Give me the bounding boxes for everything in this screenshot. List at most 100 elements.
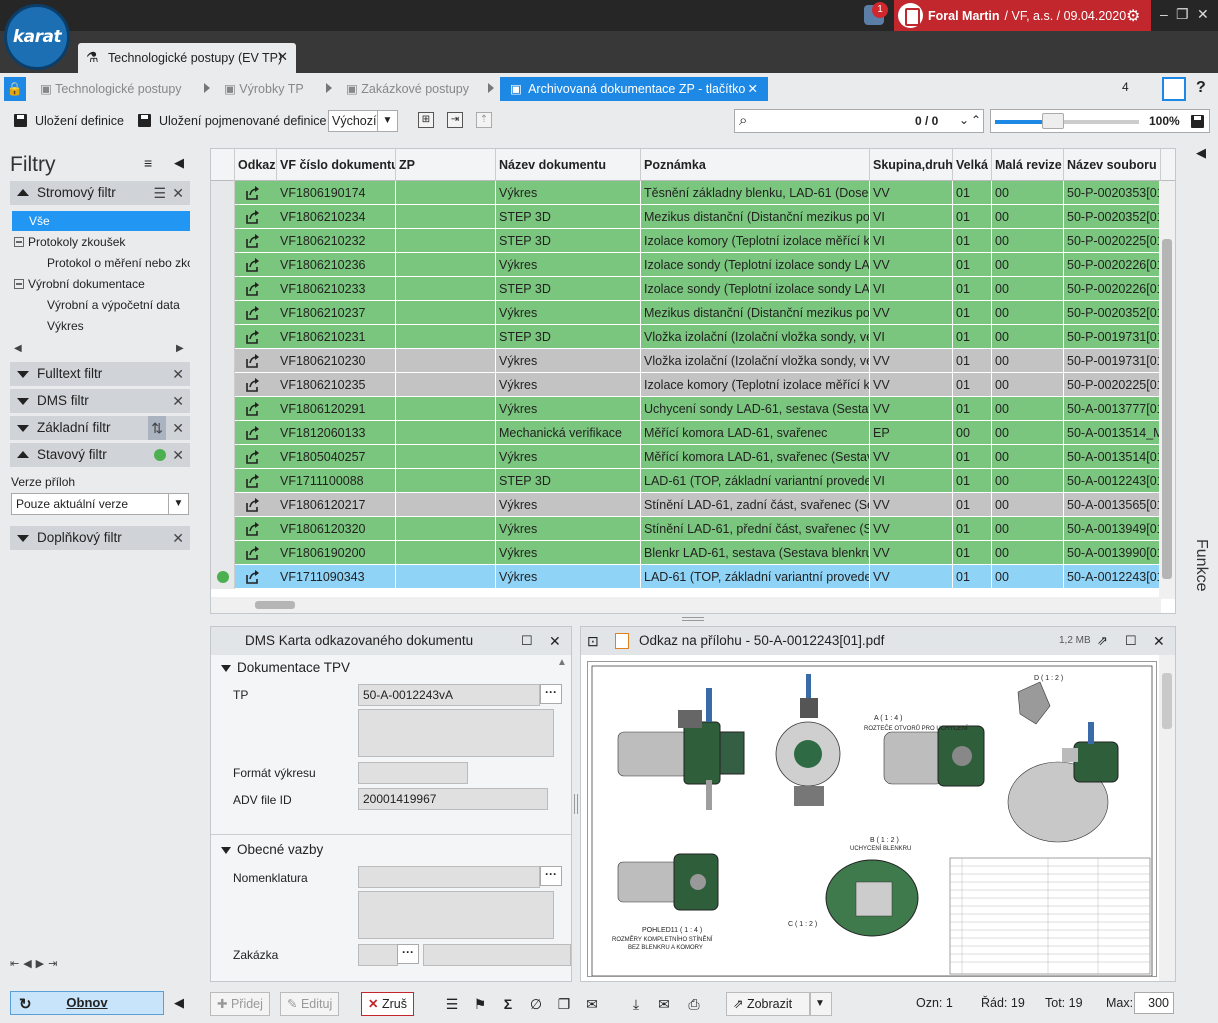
grid-horizontal-scrollbar[interactable] bbox=[211, 597, 1161, 613]
tree-options-icon[interactable]: ☰ bbox=[153, 181, 166, 205]
scroll-up-icon[interactable]: ▲ bbox=[557, 657, 567, 668]
save-named-definition-button[interactable]: Uložení pojmenované definice bbox=[138, 110, 326, 132]
table-row[interactable]: VF1711100088 STEP 3D LAD-61 (TOP, základní… bbox=[211, 469, 1161, 493]
table-row[interactable]: VF1806120217 Výkres Stínění LAD-61, zadní … bbox=[211, 493, 1161, 517]
row-indicator[interactable] bbox=[211, 397, 235, 421]
close-icon[interactable]: ✕ bbox=[549, 627, 561, 655]
karat-logo[interactable]: karat bbox=[4, 4, 70, 70]
basic-filter-header[interactable]: Základní filtr ⇅ ✕ bbox=[10, 416, 190, 440]
preview-icon[interactable]: ⊡ bbox=[587, 627, 599, 655]
grid-vertical-scrollbar[interactable] bbox=[1159, 181, 1175, 599]
breadcrumb-item-2[interactable]: ▣ Výrobky TP bbox=[224, 77, 304, 101]
row-indicator[interactable] bbox=[211, 493, 235, 517]
versions-select[interactable]: Pouze aktuální verze ▼ bbox=[11, 493, 189, 515]
tree-group-protocols[interactable]: Protokoly zkoušek bbox=[14, 232, 192, 252]
close-icon[interactable]: ✕ bbox=[172, 362, 184, 386]
comment-icon[interactable]: ✉ bbox=[582, 994, 602, 1014]
splitter-handle[interactable] bbox=[574, 794, 578, 814]
window-icon[interactable]: ❐ bbox=[554, 994, 574, 1014]
open-link-icon[interactable] bbox=[245, 209, 261, 225]
tp-description-field[interactable] bbox=[358, 709, 554, 757]
row-indicator[interactable] bbox=[211, 469, 235, 493]
max-rows-input[interactable]: 300 bbox=[1134, 992, 1174, 1014]
close-breadcrumb-icon[interactable]: ✕ bbox=[748, 77, 758, 101]
row-indicator[interactable] bbox=[211, 229, 235, 253]
column-header[interactable]: Skupina,druh bbox=[870, 149, 953, 181]
section-tpv-header[interactable]: Dokumentace TPV bbox=[221, 660, 350, 675]
help-icon[interactable]: ? bbox=[1196, 79, 1206, 97]
scroll-left-icon[interactable]: ◀ bbox=[14, 343, 22, 354]
table-row[interactable]: VF1806210237 Výkres Mezikus distanční (Dis… bbox=[211, 301, 1161, 325]
row-indicator[interactable] bbox=[211, 253, 235, 277]
refresh-button[interactable]: ↻ Obnov bbox=[10, 991, 164, 1015]
section-general-links-header[interactable]: Obecné vazby bbox=[221, 842, 323, 857]
close-tab-icon[interactable]: ✕ bbox=[277, 49, 288, 65]
table-row[interactable]: VF1806210232 STEP 3D Izolace komory (Teplo… bbox=[211, 229, 1161, 253]
tab-count[interactable]: 4 bbox=[1122, 80, 1129, 94]
table-row[interactable]: VF1806120291 Výkres Uchycení sondy LAD-61,… bbox=[211, 397, 1161, 421]
open-link-icon[interactable] bbox=[245, 449, 261, 465]
open-link-icon[interactable] bbox=[245, 497, 261, 513]
functions-label[interactable]: Funkce bbox=[1192, 539, 1210, 591]
tree-filter-header[interactable]: Stromový filtr ☰ ✕ bbox=[10, 181, 190, 205]
print-icon[interactable]: ⎙ bbox=[684, 994, 704, 1014]
mail-icon[interactable]: ✉ bbox=[654, 994, 674, 1014]
show-button[interactable]: ⇗ Zobrazit bbox=[726, 992, 810, 1016]
close-icon[interactable]: ✕ bbox=[172, 526, 184, 550]
tree-pager[interactable]: ⇤◀▶⇥ bbox=[10, 957, 61, 970]
open-link-icon[interactable] bbox=[245, 473, 261, 489]
sort-filter-icon[interactable]: ⇅ bbox=[148, 416, 166, 440]
tree-item-all[interactable]: Vše bbox=[12, 211, 190, 231]
pdf-drawing-page[interactable]: A ( 1 : 4 ) ROZTEČE OTVORŮ PRO UCHYCENÍ … bbox=[587, 661, 1157, 977]
expand-functions-icon[interactable]: ◀ bbox=[1196, 145, 1206, 161]
open-link-icon[interactable] bbox=[245, 425, 261, 441]
grid-layout-icon[interactable]: ⊞ bbox=[418, 112, 434, 128]
collapse-left-icon[interactable]: ◀ bbox=[174, 995, 184, 1011]
open-link-icon[interactable] bbox=[245, 545, 261, 561]
close-icon[interactable]: ✕ bbox=[172, 443, 184, 467]
scrollbar-thumb[interactable] bbox=[255, 601, 295, 609]
pdf-vertical-scrollbar[interactable] bbox=[1159, 655, 1175, 981]
table-row[interactable]: VF1806210236 Výkres Izolace sondy (Teplotn… bbox=[211, 253, 1161, 277]
row-indicator[interactable] bbox=[211, 301, 235, 325]
search-prev-icon[interactable]: ⌄ bbox=[959, 113, 969, 127]
row-indicator[interactable] bbox=[211, 205, 235, 229]
search-input[interactable]: ⌕ 0 / 0 ⌄ ⌃ bbox=[734, 109, 984, 133]
zoom-slider[interactable] bbox=[995, 113, 1139, 129]
settings-gear-icon[interactable]: ⚙ bbox=[1126, 6, 1140, 26]
tab-technologicke-postupy[interactable]: ⚗ Technologické postupy (EV TP) ✕ bbox=[78, 43, 296, 73]
column-header[interactable]: Odkaz bbox=[235, 149, 277, 181]
collapse-sidebar-icon[interactable]: ◀ bbox=[174, 155, 184, 171]
open-link-icon[interactable] bbox=[245, 353, 261, 369]
column-settings-icon[interactable]: ☰ bbox=[442, 994, 462, 1014]
edit-button[interactable]: ✎ Edituj bbox=[280, 992, 340, 1016]
tp-browse-button[interactable]: ··· bbox=[540, 684, 562, 704]
user-info[interactable]: Foral Martin / VF, a.s. / 09.04.2020 bbox=[894, 0, 1151, 31]
panel-layout-button[interactable] bbox=[1162, 77, 1186, 101]
row-indicator[interactable] bbox=[211, 373, 235, 397]
scrollbar-thumb[interactable] bbox=[1162, 673, 1172, 729]
tree-item-protocol[interactable]: Protokol o měření nebo zko bbox=[47, 253, 190, 273]
row-indicator[interactable] bbox=[211, 565, 235, 589]
zoom-slider-thumb[interactable] bbox=[1041, 113, 1064, 129]
row-indicator[interactable] bbox=[211, 421, 235, 445]
splitter-handle[interactable] bbox=[682, 617, 704, 621]
tree-item-drawing[interactable]: Výkres bbox=[47, 316, 190, 336]
extra-filter-header[interactable]: Doplňkový filtr ✕ bbox=[10, 526, 190, 550]
close-icon[interactable]: ✕ bbox=[172, 416, 184, 440]
maximize-icon[interactable]: ☐ bbox=[521, 627, 533, 655]
table-row[interactable]: VF1806210233 STEP 3D Izolace sondy (Teplot… bbox=[211, 277, 1161, 301]
open-link-icon[interactable] bbox=[245, 377, 261, 393]
collapse-icon[interactable] bbox=[14, 237, 24, 247]
table-row[interactable]: VF1806210230 Výkres Vložka izolační (Izola… bbox=[211, 349, 1161, 373]
breadcrumb-item-1[interactable]: ▣ Technologické postupy bbox=[40, 77, 182, 101]
filter-icon[interactable]: ⚑ bbox=[470, 994, 490, 1014]
order-browse-button[interactable]: ··· bbox=[397, 944, 419, 964]
open-link-icon[interactable] bbox=[245, 257, 261, 273]
download-icon[interactable]: ⤓ bbox=[626, 994, 646, 1014]
adv-file-id-field[interactable]: 20001419967 bbox=[358, 788, 548, 810]
table-row[interactable]: VF1806210235 Výkres Izolace komory (Teplot… bbox=[211, 373, 1161, 397]
open-link-icon[interactable] bbox=[245, 329, 261, 345]
column-header[interactable]: ZP bbox=[396, 149, 496, 181]
row-indicator[interactable] bbox=[211, 325, 235, 349]
